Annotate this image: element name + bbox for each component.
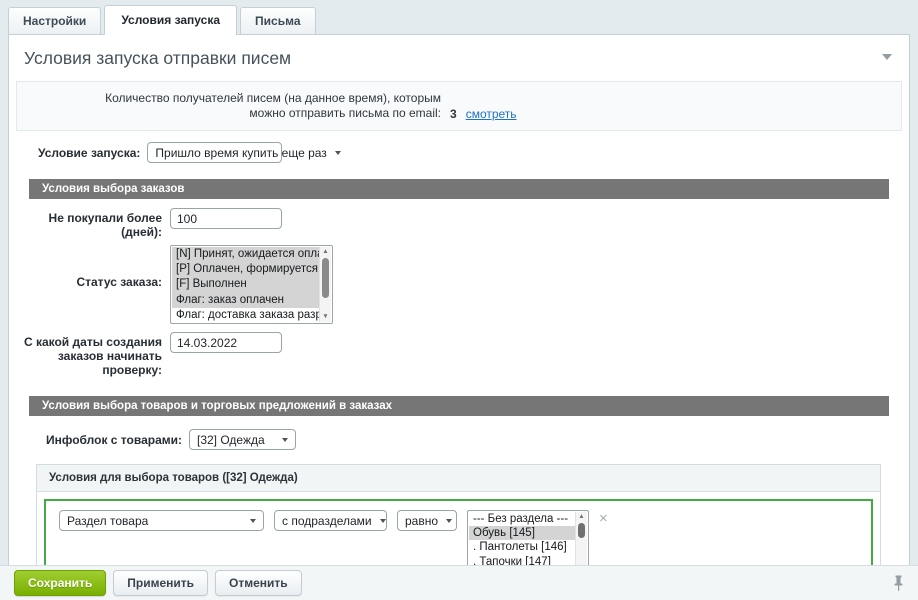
date-input[interactable] <box>170 332 282 353</box>
product-conditions-panel: Условия для выбора товаров ([32] Одежда)… <box>36 464 881 568</box>
main-panel: Условия запуска отправки писем Количеств… <box>8 34 910 568</box>
orders-section-header: Условия выбора заказов <box>29 179 889 199</box>
chevron-down-icon <box>250 519 256 523</box>
recipients-info-line1: Количество получателей писем (на данное … <box>27 91 441 106</box>
condition-field-value: Раздел товара <box>67 514 148 528</box>
tab-settings[interactable]: Настройки <box>8 7 101 34</box>
chevron-down-icon[interactable] <box>882 54 892 60</box>
launch-condition-label: Условие запуска: <box>38 146 140 160</box>
pin-toolbar-button[interactable] <box>893 575 904 592</box>
status-row: Статус заказа: [N] Принят, ожидается опл… <box>9 245 909 324</box>
listbox-scrollbar[interactable]: ▲ ▼ <box>575 512 587 568</box>
days-input[interactable] <box>170 208 282 229</box>
page: Настройки Условия запуска Письма Условия… <box>0 0 918 600</box>
listbox-option[interactable]: . Пантолеты [146] <box>469 540 576 554</box>
date-row: С какой даты создания заказов начинать п… <box>9 332 909 377</box>
launch-condition-value: Пришло время купить еще раз <box>155 146 326 160</box>
chevron-down-icon <box>335 151 341 155</box>
save-button[interactable]: Сохранить <box>14 570 106 596</box>
chevron-down-icon <box>282 438 288 442</box>
apply-button[interactable]: Применить <box>113 570 208 596</box>
order-status-listbox[interactable]: [N] Принят, ожидается оплата[P] Оплачен,… <box>170 245 333 324</box>
recipients-info-label: Количество получателей писем (на данное … <box>27 91 441 121</box>
chevron-down-icon <box>446 519 452 523</box>
product-conditions-title: Условия для выбора товаров ([32] Одежда) <box>37 465 880 492</box>
scrollbar-thumb[interactable] <box>322 258 329 298</box>
listbox-option[interactable]: Обувь [145] <box>469 526 576 540</box>
listbox-scrollbar[interactable]: ▲ ▼ <box>319 247 331 322</box>
bottom-toolbar: Сохранить Применить Отменить <box>0 565 918 600</box>
tab-bar: Настройки Условия запуска Письма <box>0 0 918 34</box>
scroll-up-icon[interactable]: ▲ <box>576 512 587 522</box>
listbox-option[interactable]: [F] Выполнен <box>172 277 320 292</box>
condition-subsections-value: с подразделами <box>282 514 372 528</box>
tab-letters[interactable]: Письма <box>240 7 315 34</box>
recipients-info-box: Количество получателей писем (на данное … <box>16 81 902 131</box>
condition-operator-select[interactable]: равно <box>397 510 457 531</box>
recipients-count: 3 <box>450 107 457 121</box>
cancel-button[interactable]: Отменить <box>215 570 302 596</box>
condition-group-box: Раздел товара с подразделами равно --- Б… <box>44 499 873 568</box>
date-label: С какой даты создания заказов начинать п… <box>9 332 162 377</box>
condition-row: Раздел товара с подразделами равно --- Б… <box>59 510 861 568</box>
pin-icon <box>893 575 904 592</box>
iblock-row: Инфоблок с товарами: [32] Одежда <box>46 429 909 450</box>
days-label: Не покупали более (дней): <box>9 208 162 239</box>
chevron-down-icon <box>380 519 386 523</box>
date-label-line2: заказов начинать проверку: <box>9 349 162 377</box>
tab-launch-conditions[interactable]: Условия запуска <box>104 5 237 35</box>
listbox-option[interactable]: [P] Оплачен, формируется к отправке <box>172 262 320 277</box>
condition-field-select[interactable]: Раздел товара <box>59 510 264 531</box>
condition-operator-value: равно <box>405 514 438 528</box>
scrollbar-thumb[interactable] <box>578 523 585 538</box>
iblock-select[interactable]: [32] Одежда <box>189 429 296 450</box>
products-section-header: Условия выбора товаров и торговых предло… <box>29 396 889 416</box>
listbox-option[interactable]: Флаг: доставка заказа разрешена <box>172 308 320 322</box>
iblock-value: [32] Одежда <box>197 433 265 447</box>
scroll-up-icon[interactable]: ▲ <box>320 247 331 257</box>
iblock-label: Инфоблок с товарами: <box>46 433 182 447</box>
status-label: Статус заказа: <box>9 245 162 289</box>
page-title: Условия запуска отправки писем <box>9 35 909 79</box>
listbox-option[interactable]: Флаг: заказ оплачен <box>172 293 320 308</box>
condition-subsections-select[interactable]: с подразделами <box>274 510 387 531</box>
launch-condition-select[interactable]: Пришло время купить еще раз <box>147 142 282 163</box>
scroll-down-icon[interactable]: ▼ <box>320 312 331 322</box>
listbox-option[interactable]: [N] Принят, ожидается оплата <box>172 247 320 262</box>
listbox-option[interactable]: --- Без раздела --- <box>469 512 576 526</box>
remove-condition-icon[interactable]: × <box>599 512 608 526</box>
condition-values-listbox[interactable]: --- Без раздела ---Обувь [145]. Пантолет… <box>467 510 589 568</box>
date-label-line1: С какой даты создания <box>9 335 162 349</box>
recipients-view-link[interactable]: смотреть <box>466 107 517 121</box>
recipients-info-line2: можно отправить письма по email: <box>27 106 441 121</box>
days-row: Не покупали более (дней): <box>9 208 909 239</box>
launch-condition-row: Условие запуска: Пришло время купить еще… <box>38 142 909 163</box>
